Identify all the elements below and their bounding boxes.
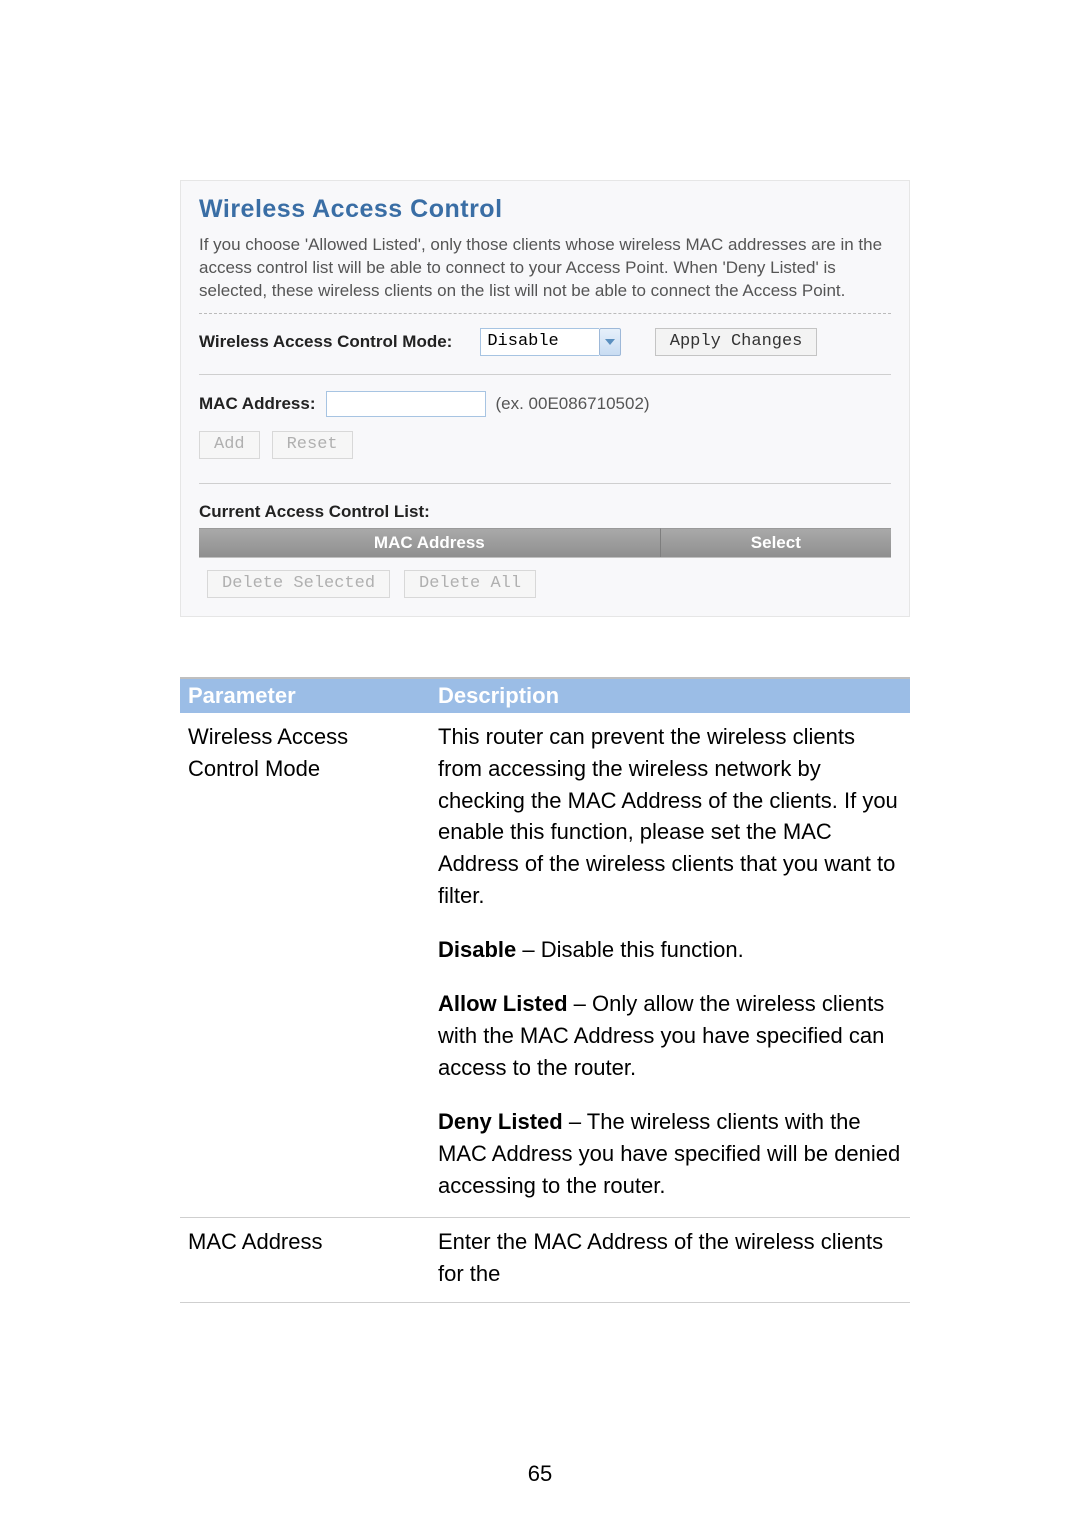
mode-label: Wireless Access Control Mode: [199, 332, 452, 352]
divider [199, 374, 891, 375]
table-header-select: Select [661, 528, 891, 557]
parameter-table-header: Parameter Description [180, 679, 910, 713]
parameter-table: Parameter Description Wireless Access Co… [180, 677, 910, 1303]
delete-all-button[interactable]: Delete All [404, 570, 536, 598]
header-description: Description [430, 679, 910, 713]
desc-text: This router can prevent the wireless cli… [438, 724, 898, 908]
param-desc: This router can prevent the wireless cli… [430, 719, 910, 1208]
mode-select-value: Disable [480, 328, 598, 356]
page-number: 65 [0, 1461, 1080, 1487]
param-name: MAC Address [180, 1224, 430, 1292]
allow-listed-label: Allow Listed [438, 991, 568, 1016]
desc-text: Enter the MAC Address of the wireless cl… [438, 1229, 883, 1286]
mac-address-hint: (ex. 00E086710502) [496, 394, 650, 414]
table-header-mac: MAC Address [199, 528, 661, 557]
mac-address-label: MAC Address: [199, 394, 316, 414]
table-row: MAC Address Enter the MAC Address of the… [180, 1218, 910, 1303]
deny-listed-label: Deny Listed [438, 1109, 563, 1134]
apply-changes-button[interactable]: Apply Changes [655, 328, 818, 356]
mac-address-input[interactable] [326, 391, 486, 417]
disable-label: Disable [438, 937, 516, 962]
access-control-table: MAC Address Select [199, 528, 891, 558]
mode-select[interactable]: Disable [480, 328, 620, 356]
reset-button[interactable]: Reset [272, 431, 353, 459]
panel-description: If you choose 'Allowed Listed', only tho… [199, 234, 891, 303]
panel-title: Wireless Access Control [199, 195, 891, 224]
add-button[interactable]: Add [199, 431, 260, 459]
param-desc: Enter the MAC Address of the wireless cl… [430, 1224, 910, 1292]
divider [199, 313, 891, 314]
param-name: Wireless Access Control Mode [180, 719, 430, 1208]
delete-selected-button[interactable]: Delete Selected [207, 570, 390, 598]
header-parameter: Parameter [180, 679, 430, 713]
table-row: Wireless Access Control Mode This router… [180, 713, 910, 1219]
chevron-down-icon [605, 339, 615, 345]
wireless-access-control-panel: Wireless Access Control If you choose 'A… [180, 180, 910, 617]
disable-text: – Disable this function. [516, 937, 743, 962]
list-title: Current Access Control List: [199, 502, 891, 522]
mode-select-dropdown-button[interactable] [599, 328, 621, 356]
divider [199, 483, 891, 484]
